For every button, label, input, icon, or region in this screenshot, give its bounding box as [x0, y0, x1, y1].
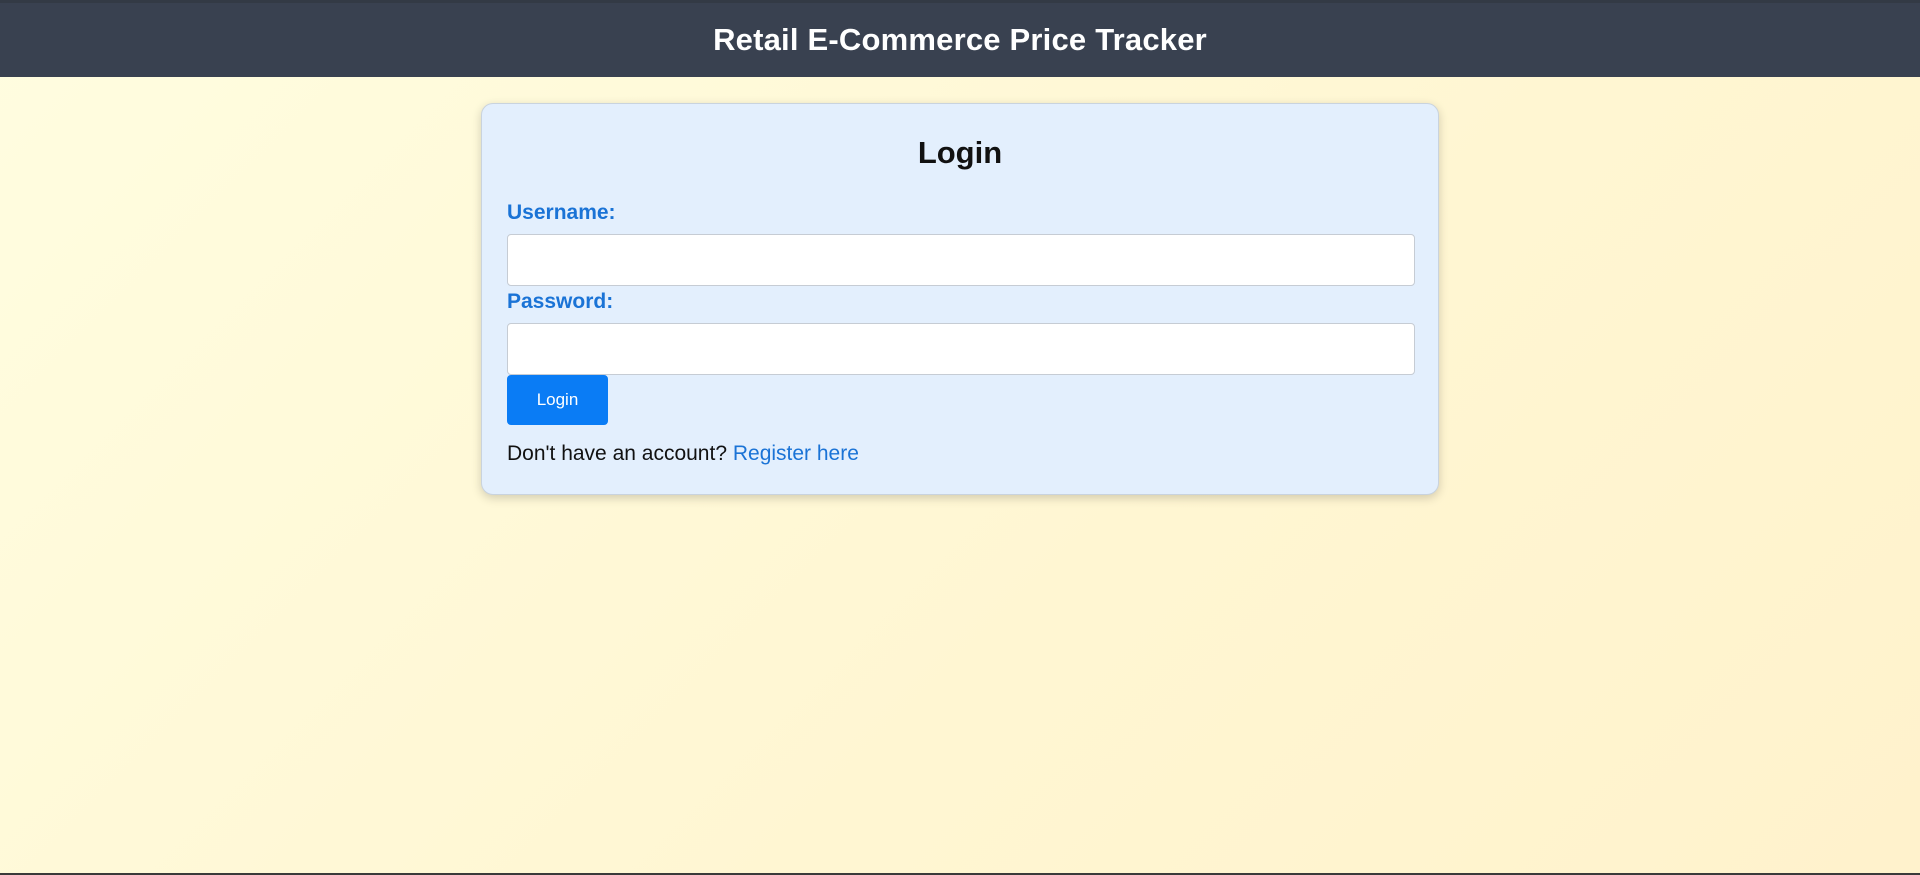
app-title: Retail E-Commerce Price Tracker	[713, 22, 1207, 57]
register-prompt: Don't have an account?	[507, 442, 727, 465]
login-card: Login Username: Password: Login Don't ha…	[481, 103, 1439, 495]
username-label: Username:	[507, 201, 616, 224]
register-row: Don't have an account? Register here	[507, 442, 859, 466]
register-link[interactable]: Register here	[733, 442, 859, 465]
login-heading: Login	[917, 135, 1003, 170]
password-label: Password:	[507, 290, 614, 313]
login-button[interactable]: Login	[507, 375, 608, 425]
password-input[interactable]	[507, 323, 1415, 375]
app-header: Retail E-Commerce Price Tracker	[0, 0, 1920, 77]
username-input[interactable]	[507, 234, 1415, 286]
